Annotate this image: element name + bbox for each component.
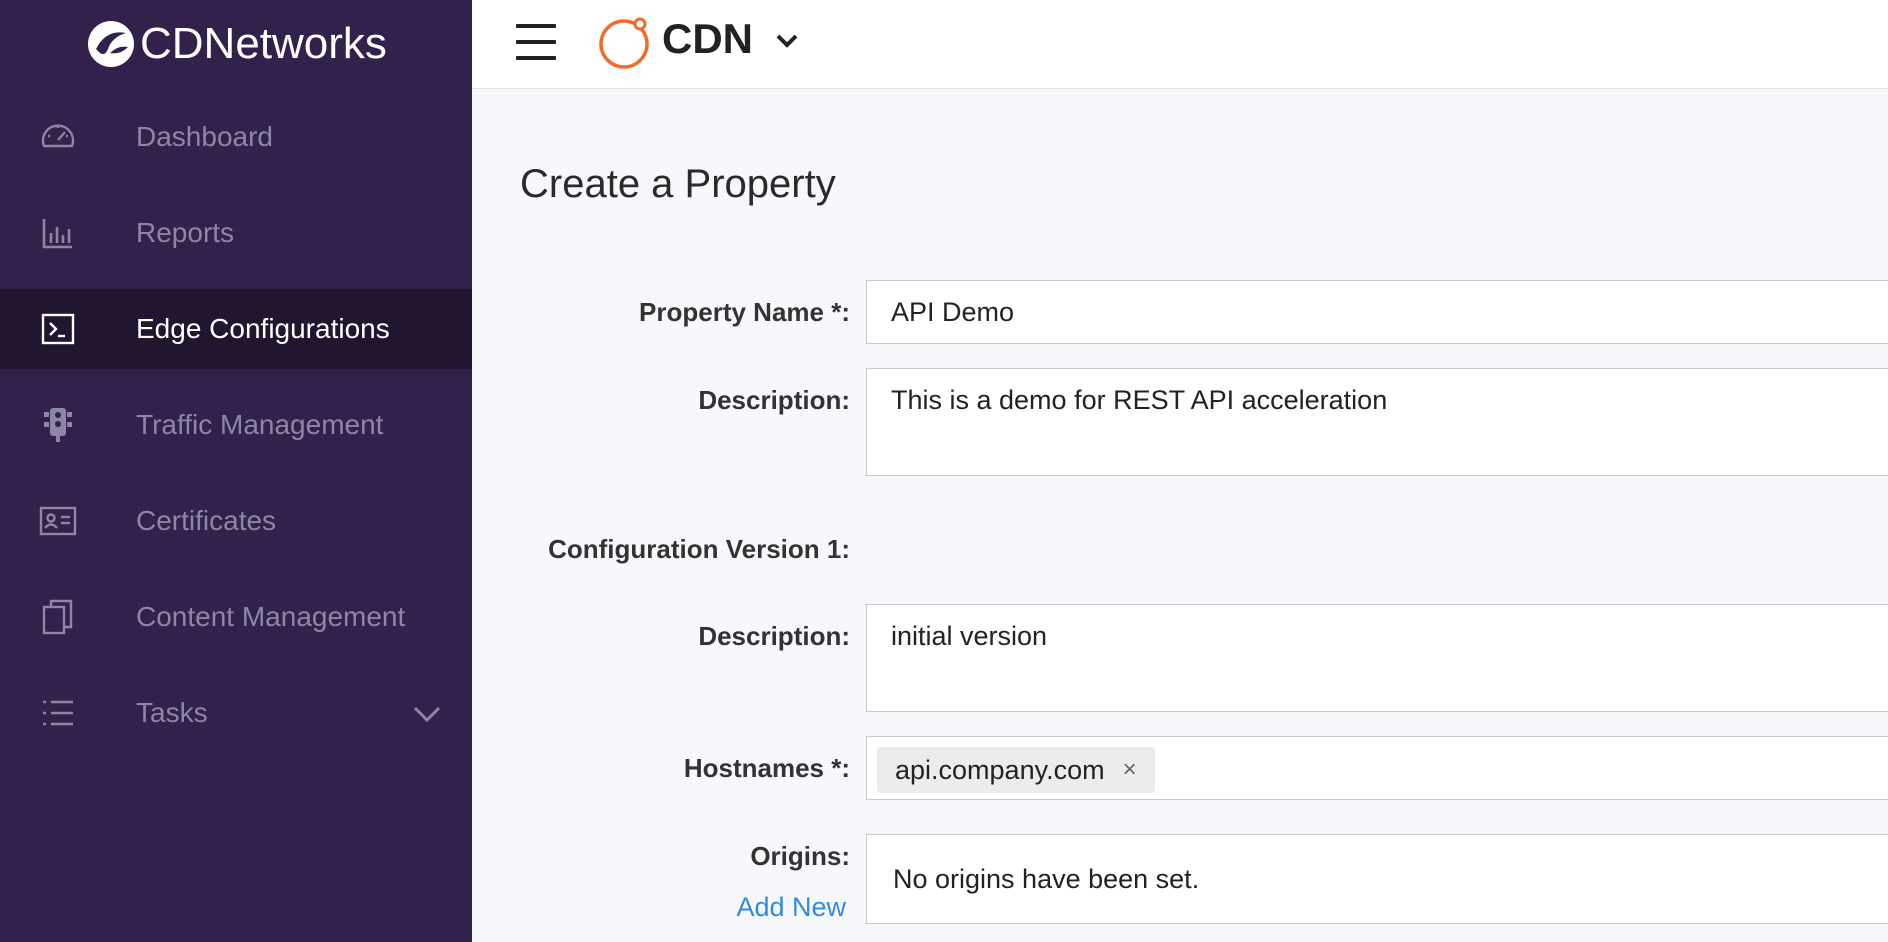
- sidebar-item-dashboard[interactable]: Dashboard: [0, 97, 472, 177]
- sidebar-item-label: Dashboard: [136, 121, 273, 152]
- product-switcher-label[interactable]: CDN: [662, 14, 753, 64]
- sidebar-item-reports[interactable]: Reports: [0, 193, 472, 273]
- sidebar-item-label: Certificates: [136, 505, 277, 536]
- chevron-down-icon[interactable]: [410, 697, 444, 731]
- topbar: CDN: [472, 0, 1888, 89]
- property-name-label: Property Name *:: [639, 297, 850, 327]
- sidebar-item-label: Tasks: [136, 697, 208, 728]
- sidebar-item-tasks[interactable]: Tasks: [0, 673, 472, 753]
- description-textarea[interactable]: This is a demo for REST API acceleration: [866, 368, 1888, 476]
- sidebar-item-label: Reports: [136, 217, 235, 248]
- traffic-light-icon: [38, 405, 78, 445]
- bar-chart-icon: [38, 213, 78, 253]
- cdn-product-logo-icon: [599, 17, 649, 69]
- sidebar-item-label: Content Management: [136, 601, 406, 632]
- hostname-tag: api.company.com ×: [877, 747, 1155, 793]
- terminal-icon: [38, 309, 78, 349]
- brand-name: CDNetworks: [140, 19, 387, 68]
- version-description-textarea[interactable]: initial version: [866, 604, 1888, 712]
- tag-remove-icon[interactable]: ×: [1123, 739, 1137, 801]
- hostnames-input[interactable]: api.company.com ×: [866, 736, 1888, 800]
- property-name-input[interactable]: [866, 280, 1888, 344]
- dashboard-gauge-icon: [38, 117, 78, 157]
- sidebar-item-certificates[interactable]: Certificates: [0, 481, 472, 561]
- sidebar-item-edge-configurations[interactable]: Edge Configurations: [0, 289, 472, 369]
- id-card-icon: [38, 501, 78, 541]
- sidebar: CDNetworks Dashboard Reports Edge Config…: [0, 0, 472, 942]
- sidebar-item-label: Traffic Management: [136, 409, 384, 440]
- page-title: Create a Property: [520, 162, 836, 206]
- cdnetworks-logo-icon: [88, 21, 134, 67]
- add-new-origin-link[interactable]: Add New: [520, 890, 846, 924]
- sidebar-item-content-management[interactable]: Content Management: [0, 577, 472, 657]
- copy-pages-icon: [38, 597, 78, 637]
- origins-empty-message: No origins have been set.: [866, 834, 1888, 924]
- brand-logo[interactable]: CDNetworks: [86, 16, 387, 72]
- chevron-down-icon[interactable]: [772, 26, 802, 56]
- description-label: Description:: [698, 385, 850, 415]
- list-icon: [38, 693, 78, 733]
- sidebar-item-label: Edge Configurations: [136, 313, 390, 344]
- configuration-version-label: Configuration Version 1:: [548, 534, 850, 564]
- hamburger-menu-icon[interactable]: [516, 22, 560, 62]
- origins-label: Origins:: [750, 841, 850, 871]
- version-description-label: Description:: [698, 621, 850, 651]
- sidebar-item-traffic-management[interactable]: Traffic Management: [0, 385, 472, 465]
- hostname-tag-label: api.company.com: [895, 755, 1105, 785]
- hostnames-label: Hostnames *:: [683, 753, 850, 783]
